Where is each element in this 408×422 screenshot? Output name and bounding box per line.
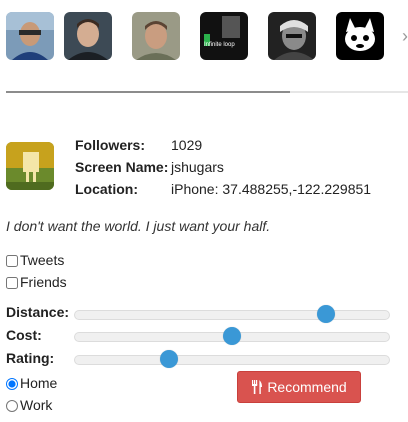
- rating-slider-thumb[interactable]: [160, 350, 179, 368]
- profile-info: Followers: 1029 Screen Name: jshugars Loca…: [75, 134, 371, 200]
- work-radio-row[interactable]: Work: [6, 396, 52, 414]
- avatar-user-6[interactable]: [336, 12, 384, 60]
- recommend-label: Recommend: [267, 379, 347, 395]
- friends-checkbox[interactable]: [6, 277, 18, 289]
- screen-name-row: Screen Name: jshugars: [75, 156, 371, 178]
- friends-checkbox-row[interactable]: Friends: [6, 273, 67, 291]
- avatar-user-3[interactable]: [132, 12, 180, 60]
- avatar-user-4[interactable]: Infinite loop: [200, 12, 248, 60]
- followers-value: 1029: [171, 137, 203, 153]
- home-label: Home: [20, 375, 58, 391]
- profile-bio: I don't want the world. I just want your…: [6, 218, 271, 234]
- tweets-checkbox[interactable]: [6, 255, 18, 267]
- distance-label: Distance:: [6, 304, 70, 320]
- avatar-user-2[interactable]: [64, 12, 112, 60]
- fork-knife-icon: [251, 380, 263, 394]
- tweets-checkbox-row[interactable]: Tweets: [6, 251, 64, 269]
- home-radio[interactable]: [6, 378, 18, 390]
- screen-name-value: jshugars: [171, 159, 224, 175]
- home-radio-row[interactable]: Home: [6, 374, 57, 392]
- recommend-button[interactable]: Recommend: [237, 371, 361, 403]
- profile-avatar: [6, 142, 54, 190]
- distance-slider-thumb[interactable]: [317, 305, 336, 323]
- followers-row: Followers: 1029: [75, 134, 371, 156]
- distance-slider[interactable]: [74, 305, 390, 323]
- cost-slider[interactable]: [74, 327, 390, 345]
- cost-label: Cost:: [6, 327, 42, 343]
- avatar-user-5[interactable]: [268, 12, 316, 60]
- cost-slider-thumb[interactable]: [223, 327, 241, 345]
- scroll-thumb[interactable]: [6, 91, 290, 93]
- friends-avatar-strip: Infinite loop ›: [6, 12, 408, 62]
- friends-label: Friends: [20, 274, 67, 290]
- location-row: Location: iPhone: 37.488255,-122.229851: [75, 178, 371, 200]
- rating-slider[interactable]: [74, 350, 390, 368]
- tweets-label: Tweets: [20, 252, 65, 268]
- rating-label: Rating:: [6, 350, 55, 366]
- work-label: Work: [20, 397, 53, 413]
- avatar-user-1[interactable]: [6, 12, 54, 60]
- screen-name-label: Screen Name:: [75, 159, 169, 175]
- chevron-right-icon[interactable]: ›: [402, 26, 408, 47]
- work-radio[interactable]: [6, 400, 18, 412]
- location-label: Location:: [75, 181, 138, 197]
- avatar-4-caption: Infinite loop: [204, 42, 235, 48]
- location-value: iPhone: 37.488255,-122.229851: [171, 181, 372, 197]
- followers-label: Followers:: [75, 137, 146, 153]
